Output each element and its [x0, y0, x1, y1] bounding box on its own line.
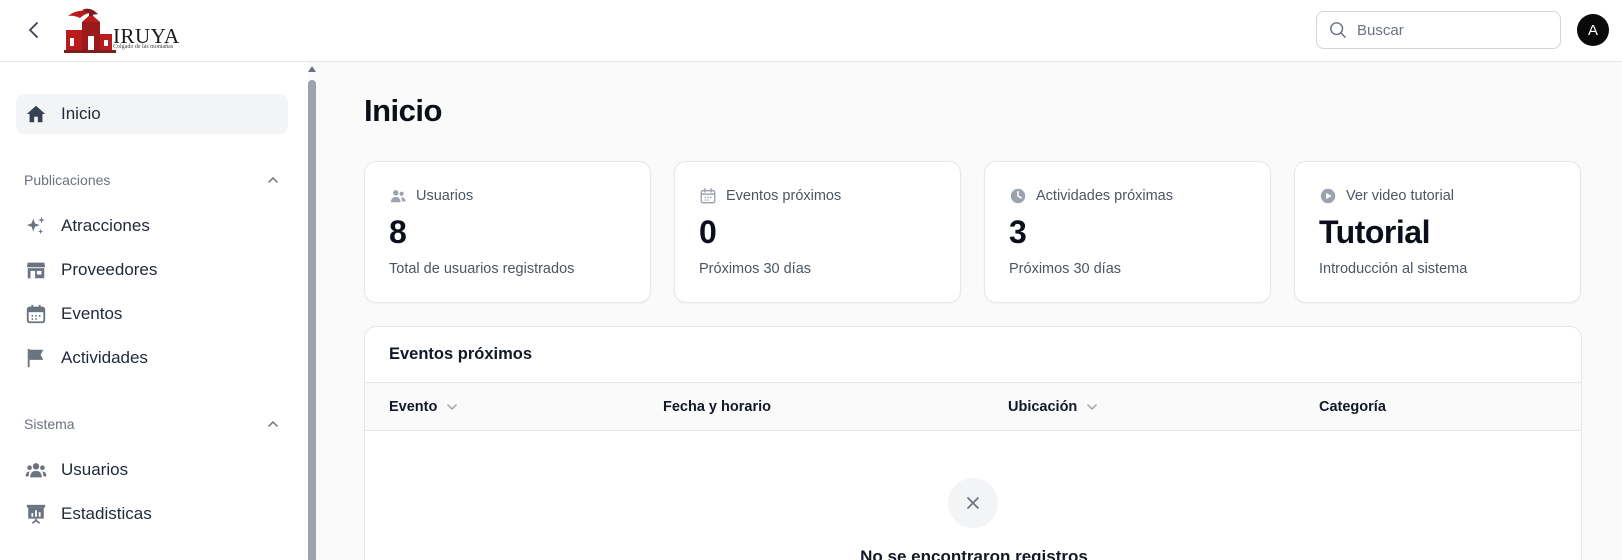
- empty-state-message: No se encontraron registros: [860, 547, 1088, 560]
- stat-description: Próximos 30 días: [699, 261, 812, 277]
- sidebar-item-label: Actividades: [61, 348, 148, 367]
- stat-card-header: Ver video tutorial: [1319, 187, 1454, 205]
- page-title: Inicio: [364, 93, 442, 128]
- sidebar-item-atracciones[interactable]: Atracciones: [16, 206, 288, 246]
- scroll-up-arrow-icon[interactable]: [308, 66, 316, 72]
- chevron-up-icon: [268, 420, 278, 427]
- sidebar-scrollbar[interactable]: [307, 62, 317, 560]
- column-label: Evento: [389, 399, 438, 415]
- scrollbar-thumb[interactable]: [308, 80, 316, 560]
- calendar-icon: [699, 187, 717, 205]
- table-title: Eventos próximos: [389, 345, 533, 363]
- search-input[interactable]: [1357, 21, 1547, 39]
- stat-card-tutorial[interactable]: Ver video tutorial Tutorial Introducción…: [1294, 161, 1581, 303]
- storefront-icon: [25, 259, 47, 281]
- column-label: Ubicación: [1008, 399, 1078, 415]
- sidebar-group-publicaciones[interactable]: Publicaciones: [24, 172, 280, 188]
- stat-value: Tutorial: [1319, 214, 1430, 250]
- stat-card-header: Usuarios: [389, 187, 473, 205]
- sidebar-item-usuarios[interactable]: Usuarios: [16, 450, 288, 490]
- stat-description: Total de usuarios registrados: [389, 261, 575, 277]
- sidebar-item-label: Inicio: [61, 104, 101, 123]
- group-label: Publicaciones: [24, 172, 111, 188]
- calendar-icon: [25, 303, 47, 325]
- play-circle-icon: [1319, 187, 1337, 205]
- sidebar-group-sistema[interactable]: Sistema: [24, 416, 280, 432]
- users-icon: [25, 459, 47, 481]
- sidebar-item-label: Estadisticas: [61, 504, 152, 523]
- sidebar: Inicio Publicaciones Atracciones Proveed…: [0, 62, 308, 560]
- stat-card-header: Actividades próximas: [1009, 187, 1173, 205]
- chevron-down-icon: [447, 404, 458, 411]
- empty-state-icon: [948, 478, 998, 528]
- chevron-up-icon: [268, 176, 278, 183]
- user-avatar[interactable]: A: [1577, 14, 1609, 46]
- column-header-evento[interactable]: Evento: [389, 399, 459, 415]
- flag-icon: [25, 347, 47, 369]
- sidebar-item-inicio[interactable]: Inicio: [16, 94, 288, 134]
- sidebar-item-label: Atracciones: [61, 216, 150, 235]
- sidebar-item-eventos[interactable]: Eventos: [16, 294, 288, 334]
- home-icon: [25, 103, 47, 125]
- sidebar-item-label: Proveedores: [61, 260, 158, 279]
- stat-card-usuarios: Usuarios 8 Total de usuarios registrados: [364, 161, 651, 303]
- users-icon: [389, 187, 407, 205]
- stat-label: Actividades próximas: [1036, 188, 1173, 204]
- column-header-categoria: Categoría: [1319, 399, 1386, 415]
- group-label: Sistema: [24, 416, 75, 432]
- stat-label: Ver video tutorial: [1346, 188, 1455, 204]
- stat-description: Introducción al sistema: [1319, 261, 1468, 277]
- column-header-fecha-y-horario: Fecha y horario: [663, 399, 771, 415]
- sidebar-item-estadisticas[interactable]: Estadisticas: [16, 494, 288, 534]
- sidebar-item-proveedores[interactable]: Proveedores: [16, 250, 288, 290]
- clock-icon: [1009, 187, 1027, 205]
- presentation-chart-icon: [25, 503, 47, 525]
- upcoming-events-table: Eventos próximos Evento Fecha y horario …: [364, 326, 1582, 560]
- chevron-down-icon: [1087, 404, 1098, 411]
- stat-card-eventos-proximos: Eventos próximos 0 Próximos 30 días: [674, 161, 961, 303]
- sidebar-item-label: Usuarios: [61, 460, 129, 479]
- stat-value: 8: [389, 214, 407, 250]
- church-logo-icon: [64, 8, 116, 53]
- stat-label: Usuarios: [416, 188, 474, 204]
- column-header-ubicacion[interactable]: Ubicación: [1008, 399, 1099, 415]
- stat-card-actividades-proximas: Actividades próximas 3 Próximos 30 días: [984, 161, 1271, 303]
- logo-subtitle: Colgado de las montañas: [113, 44, 174, 50]
- sidebar-item-actividades[interactable]: Actividades: [16, 338, 288, 378]
- column-label: Fecha y horario: [663, 399, 771, 415]
- sparkles-icon: [25, 215, 47, 237]
- search-box[interactable]: [1316, 11, 1561, 49]
- stat-label: Eventos próximos: [726, 188, 842, 204]
- column-label: Categoría: [1319, 399, 1386, 415]
- stat-card-header: Eventos próximos: [699, 187, 841, 205]
- back-button[interactable]: [22, 18, 46, 42]
- top-bar: IRUYA Colgado de las montañas A: [0, 0, 1622, 62]
- stat-value: 0: [699, 214, 717, 250]
- x-mark-icon: [967, 497, 979, 509]
- table-header-row: Evento Fecha y horario Ubicación Categor…: [365, 382, 1581, 431]
- stat-value: 3: [1009, 214, 1027, 250]
- stat-description: Próximos 30 días: [1009, 261, 1122, 277]
- sidebar-item-label: Eventos: [61, 304, 123, 323]
- chevron-left-icon: [29, 22, 38, 38]
- search-icon: [1330, 22, 1346, 38]
